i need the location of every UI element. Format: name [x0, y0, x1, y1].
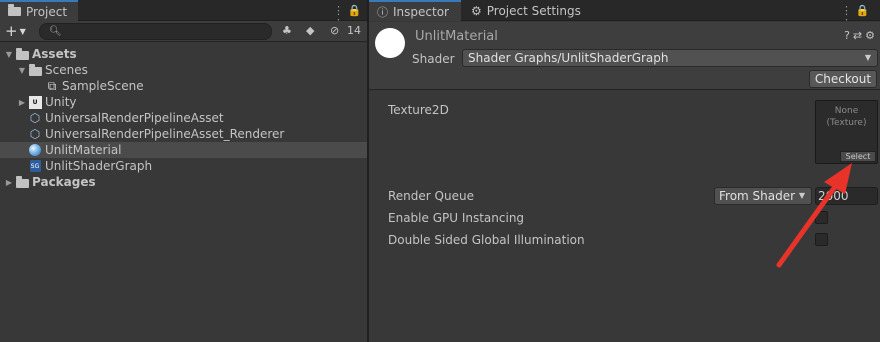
gpu-instancing-checkbox[interactable]: [815, 211, 828, 224]
tab-inspector-label: Inspector: [393, 4, 449, 19]
project-panel: Project ⋮ 🔒 ⋮ +▼ 🔍︎ ♣ ◆ ⊘ 14 ▼ Assets ▼ …: [0, 0, 367, 342]
tree-item-label: Scenes: [45, 63, 88, 77]
expand-arrow-icon[interactable]: ▼: [17, 66, 27, 75]
chevron-down-icon: ▼: [798, 191, 805, 200]
tree-item-urp-asset[interactable]: ⬡ UniversalRenderPipelineAsset: [0, 110, 367, 126]
texture-none-line1: None: [834, 106, 859, 116]
render-queue-dropdown[interactable]: From Shader ▼: [714, 187, 812, 205]
tree-item-label: UnlitShaderGraph: [45, 159, 153, 173]
hidden-packages-count: 14: [347, 24, 361, 37]
material-preview-icon: [375, 28, 405, 58]
asset-cube-icon: ⬡: [29, 111, 41, 125]
render-queue-field[interactable]: 2000: [815, 187, 878, 205]
gear-icon[interactable]: ⚙: [865, 29, 878, 42]
tree-item-samplescene[interactable]: ⧉ SampleScene: [0, 78, 367, 94]
tree-item-packages[interactable]: ▶ Packages: [0, 174, 367, 190]
add-asset-button[interactable]: + ▼: [5, 23, 26, 40]
project-toolbar: + ▼ 🔍︎ ♣ ◆ ⊘ 14: [0, 21, 367, 42]
gear-icon: ⚙: [471, 3, 482, 18]
texture-none-text: None (Texture): [816, 105, 877, 129]
folder-open-icon: [27, 63, 43, 77]
texture2d-label: Texture2D: [388, 103, 449, 117]
folder-icon: [8, 3, 21, 19]
texture-select-button[interactable]: Select: [840, 151, 876, 162]
tree-item-unlitshadergraph[interactable]: SG UnlitShaderGraph: [0, 158, 367, 174]
tree-item-unlitmaterial[interactable]: UnlitMaterial: [0, 142, 367, 158]
chevron-down-icon: ▼: [19, 26, 26, 36]
texture-none-line2: (Texture): [826, 118, 867, 128]
search-by-type-icon[interactable]: ♣: [282, 24, 292, 37]
inspector-tab-bar: ⓘ Inspector ⚙ Project Settings ⋮ 🔒 ⋮: [369, 0, 880, 30]
tree-item-unity[interactable]: ▶ U Unity: [0, 94, 367, 110]
texture-slot[interactable]: None (Texture) Select: [815, 100, 878, 164]
gpu-instancing-label: Enable GPU Instancing: [388, 211, 525, 225]
tree-item-label: Assets: [32, 47, 77, 61]
render-queue-mode: From Shader: [719, 189, 796, 203]
tab-inspector[interactable]: ⓘ Inspector: [369, 0, 461, 21]
tree-item-scenes[interactable]: ▼ Scenes: [0, 62, 367, 78]
shader-label: Shader: [412, 52, 455, 66]
tree-item-assets[interactable]: ▼ Assets: [0, 46, 367, 62]
inspector-panel: ⓘ Inspector ⚙ Project Settings ⋮ 🔒 ⋮ Unl…: [369, 0, 880, 342]
tab-project-settings[interactable]: ⚙ Project Settings: [463, 0, 589, 21]
material-icon: [27, 143, 43, 157]
material-header: UnlitMaterial ?⇄⚙ Shader Shader Graphs/U…: [369, 22, 880, 90]
collapse-arrow-icon[interactable]: ▶: [4, 178, 14, 187]
checkout-button[interactable]: Checkout: [809, 70, 877, 88]
info-icon: ⓘ: [377, 5, 388, 19]
chevron-down-icon: ▼: [864, 53, 871, 62]
asset-cube-icon: ⬡: [29, 127, 41, 141]
tab-project-settings-label: Project Settings: [486, 3, 581, 18]
header-actions: ?⇄⚙: [844, 29, 878, 42]
expand-arrow-icon[interactable]: ▼: [4, 50, 14, 59]
render-queue-label: Render Queue: [388, 189, 474, 203]
tab-project-label: Project: [26, 4, 68, 19]
double-sided-gi-checkbox[interactable]: [815, 233, 828, 246]
tree-item-label: UniversalRenderPipelineAsset_Renderer: [45, 127, 285, 141]
tree-item-urp-renderer[interactable]: ⬡ UniversalRenderPipelineAsset_Renderer: [0, 126, 367, 142]
presets-icon[interactable]: ⇄: [853, 29, 865, 42]
shader-graph-icon: SG: [27, 159, 43, 173]
help-icon[interactable]: ?: [844, 29, 853, 42]
tree-item-label: UnlitMaterial: [45, 143, 122, 157]
scene-icon: ⧉: [47, 78, 57, 93]
plus-icon: +: [5, 22, 18, 40]
hidden-packages-icon[interactable]: ⊘: [330, 24, 339, 37]
collapse-arrow-icon[interactable]: ▶: [17, 98, 27, 107]
unity-package-icon: U: [27, 95, 43, 109]
search-input[interactable]: 🔍︎: [39, 23, 272, 40]
tree-item-label: Packages: [32, 175, 96, 189]
folder-open-icon: [14, 47, 30, 61]
tree-item-label: Unity: [45, 95, 77, 109]
tab-project[interactable]: Project: [0, 0, 78, 21]
folder-icon: [14, 175, 30, 189]
tree-item-label: SampleScene: [62, 79, 144, 93]
material-name: UnlitMaterial: [415, 29, 498, 44]
double-sided-gi-label: Double Sided Global Illumination: [388, 233, 585, 247]
tree-item-label: UniversalRenderPipelineAsset: [45, 111, 224, 125]
search-icon: 🔍︎: [49, 26, 62, 37]
shader-dropdown[interactable]: Shader Graphs/UnlitShaderGraph ▼: [462, 49, 878, 67]
shader-dropdown-value: Shader Graphs/UnlitShaderGraph: [468, 51, 669, 65]
project-tab-bar: Project ⋮ 🔒 ⋮: [0, 0, 367, 30]
search-by-label-icon[interactable]: ◆: [306, 24, 314, 37]
